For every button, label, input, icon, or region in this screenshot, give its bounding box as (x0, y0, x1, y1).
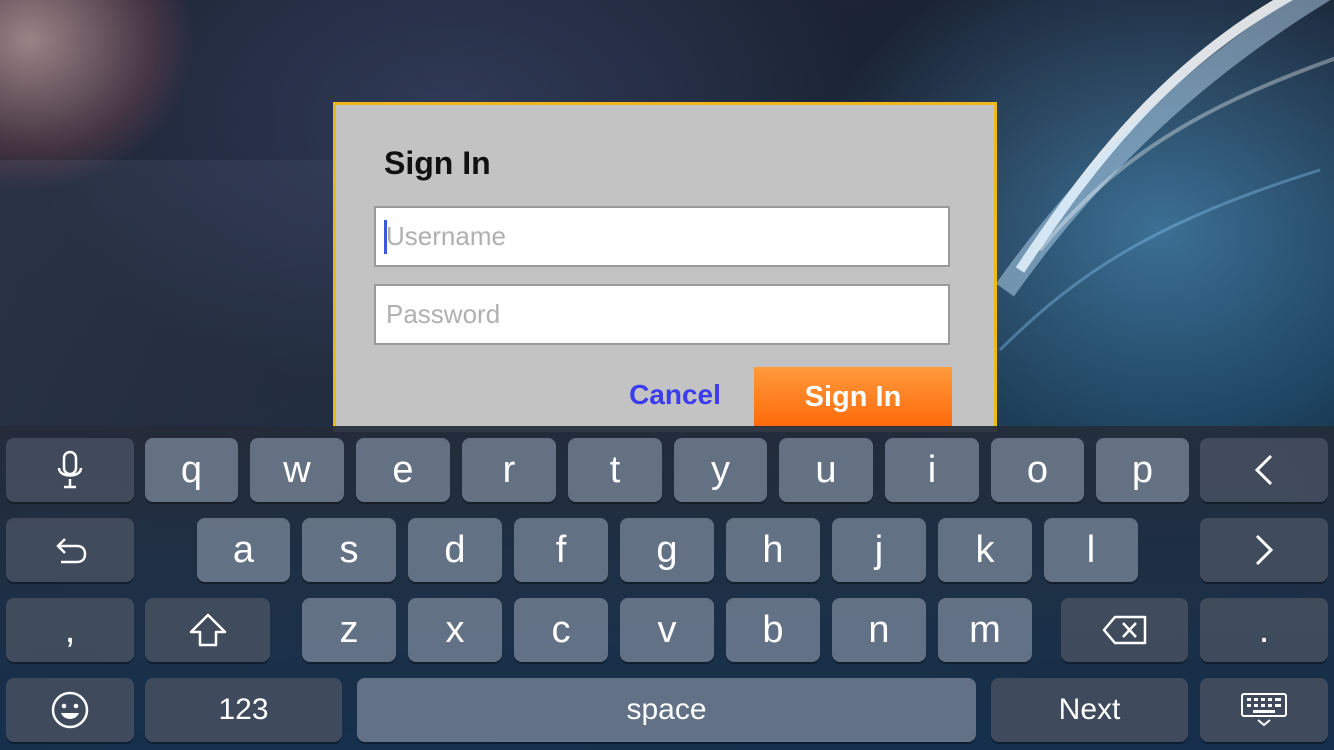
next-key[interactable]: Next (991, 678, 1188, 742)
key-w[interactable]: w (250, 438, 344, 502)
onscreen-keyboard: q w e r t y u i o p a s d f g h j k l , … (0, 426, 1334, 750)
key-c[interactable]: c (514, 598, 608, 662)
emoji-icon (51, 691, 89, 729)
dismiss-keyboard-key[interactable] (1200, 678, 1328, 742)
dialog-title: Sign In (384, 145, 491, 181)
key-l[interactable]: l (1044, 518, 1138, 582)
numbers-key[interactable]: 123 (145, 678, 342, 742)
key-h[interactable]: h (726, 518, 820, 582)
password-field-box (374, 284, 950, 345)
username-input[interactable] (376, 208, 948, 265)
undo-icon (56, 538, 87, 564)
key-g[interactable]: g (620, 518, 714, 582)
key-t[interactable]: t (568, 438, 662, 502)
username-field-box (374, 206, 950, 267)
key-z[interactable]: z (302, 598, 396, 662)
key-p[interactable]: p (1096, 438, 1189, 502)
cancel-button[interactable]: Cancel (620, 367, 730, 423)
microphone-icon (57, 450, 83, 489)
undo-key[interactable] (6, 518, 134, 582)
delete-icon (1102, 615, 1146, 645)
keyboard-dismiss-icon (1241, 693, 1287, 727)
key-i[interactable]: i (885, 438, 979, 502)
key-y[interactable]: y (674, 438, 767, 502)
sign-in-dialog: Sign In Cancel Sign In (333, 102, 997, 432)
sign-in-button[interactable]: Sign In (754, 367, 952, 427)
previous-field-key[interactable] (1200, 438, 1328, 502)
key-d[interactable]: d (408, 518, 502, 582)
key-a[interactable]: a (197, 518, 290, 582)
chevron-left-icon (1254, 454, 1273, 486)
key-b[interactable]: b (726, 598, 820, 662)
key-j[interactable]: j (832, 518, 926, 582)
emoji-key[interactable] (6, 678, 134, 742)
shift-key[interactable] (145, 598, 270, 662)
key-r[interactable]: r (462, 438, 556, 502)
shift-icon (189, 613, 226, 647)
key-m[interactable]: m (938, 598, 1032, 662)
password-input[interactable] (376, 286, 948, 343)
key-x[interactable]: x (408, 598, 502, 662)
key-o[interactable]: o (991, 438, 1084, 502)
space-key[interactable]: space (357, 678, 976, 742)
key-u[interactable]: u (779, 438, 873, 502)
key-f[interactable]: f (514, 518, 608, 582)
key-s[interactable]: s (302, 518, 396, 582)
delete-key[interactable] (1061, 598, 1188, 662)
text-caret (384, 220, 387, 254)
next-field-key[interactable] (1200, 518, 1328, 582)
key-v[interactable]: v (620, 598, 714, 662)
dictation-key[interactable] (6, 438, 134, 502)
comma-key[interactable]: , (6, 598, 134, 662)
chevron-right-icon (1255, 534, 1274, 566)
key-k[interactable]: k (938, 518, 1032, 582)
key-q[interactable]: q (145, 438, 238, 502)
key-n[interactable]: n (832, 598, 926, 662)
key-e[interactable]: e (356, 438, 450, 502)
period-key[interactable]: . (1200, 598, 1328, 662)
